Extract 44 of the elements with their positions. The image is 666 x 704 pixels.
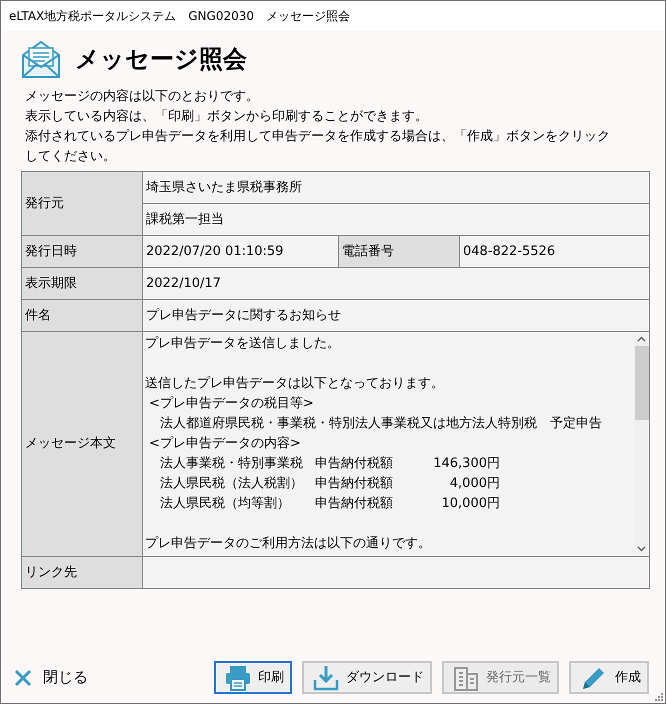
scroll-up-icon[interactable]	[637, 335, 646, 344]
message-line: 法人都道府県民税・事業税・特別法人事業税又は地方法人特別税 予定申告	[159, 415, 603, 433]
tax-amount: 10,000円	[440, 495, 500, 513]
message-line: 送信したプレ申告データは以下となっております。	[145, 375, 445, 393]
field-label: 電話番号	[338, 236, 460, 268]
tax-item: 法人県民税（法人税割）	[160, 475, 304, 493]
scroll-down-icon[interactable]	[637, 544, 646, 553]
printer-icon	[224, 664, 252, 692]
download-icon	[312, 664, 340, 692]
message-line: プレ申告データを送信しました。	[145, 335, 341, 353]
field-value: 埼玉県さいたま県税事務所	[142, 172, 650, 204]
close-link[interactable]: 閉じる	[13, 666, 88, 689]
instruction-text: 表示している内容は、「印刷」ボタンから印刷することができます。	[25, 108, 429, 126]
window-title: eLTAX地方税ポータルシステム GNG02030 メッセージ照会	[1, 1, 665, 31]
field-value: 048-822-5526	[460, 236, 650, 268]
page-title: メッセージ照会	[75, 44, 247, 74]
field-value: プレ申告データに関するお知らせ	[142, 300, 650, 332]
field-value: 2022/07/20 01:10:59	[142, 236, 338, 268]
toolbar-button[interactable]: ダウンロード	[302, 661, 432, 694]
tax-item: 法人県民税（均等割）	[160, 495, 291, 513]
tax-amount: 146,300円	[432, 455, 500, 473]
field-value: 2022/10/17	[142, 268, 650, 300]
toolbar-button[interactable]: 作成	[569, 661, 649, 694]
field-value: 課税第一担当	[142, 204, 650, 236]
close-icon	[13, 668, 33, 688]
field-label: 表示期限	[22, 268, 142, 300]
amount-label: 申告納付税額	[315, 495, 394, 513]
tax-amount: 4,000円	[448, 475, 500, 493]
toolbar-button[interactable]: 印刷	[214, 661, 292, 694]
amount-label: 申告納付税額	[315, 475, 394, 493]
message-line: <プレ申告データの内容>	[148, 435, 302, 453]
resize-grip-icon[interactable]	[655, 693, 663, 701]
amount-label: 申告納付税額	[315, 455, 394, 473]
message-line: <プレ申告データの税目等>	[148, 395, 315, 413]
field-label: 件名	[22, 300, 142, 332]
envelope-icon	[21, 39, 61, 79]
field-label: 発行元	[22, 172, 142, 236]
instruction-text: メッセージの内容は以下のとおりです。	[25, 88, 260, 106]
tax-item: 法人事業税・特別事業税	[160, 455, 304, 473]
field-label: 発行日時	[22, 236, 142, 268]
field-label: メッセージ本文	[22, 332, 142, 556]
field-label: リンク先	[22, 556, 142, 588]
instruction-text: 添付されているプレ申告データを利用して申告データを作成する場合は、「作成」ボタンをクリックしてください。	[25, 128, 611, 166]
message-line: プレ申告データのご利用方法は以下の通りです。	[145, 535, 432, 553]
